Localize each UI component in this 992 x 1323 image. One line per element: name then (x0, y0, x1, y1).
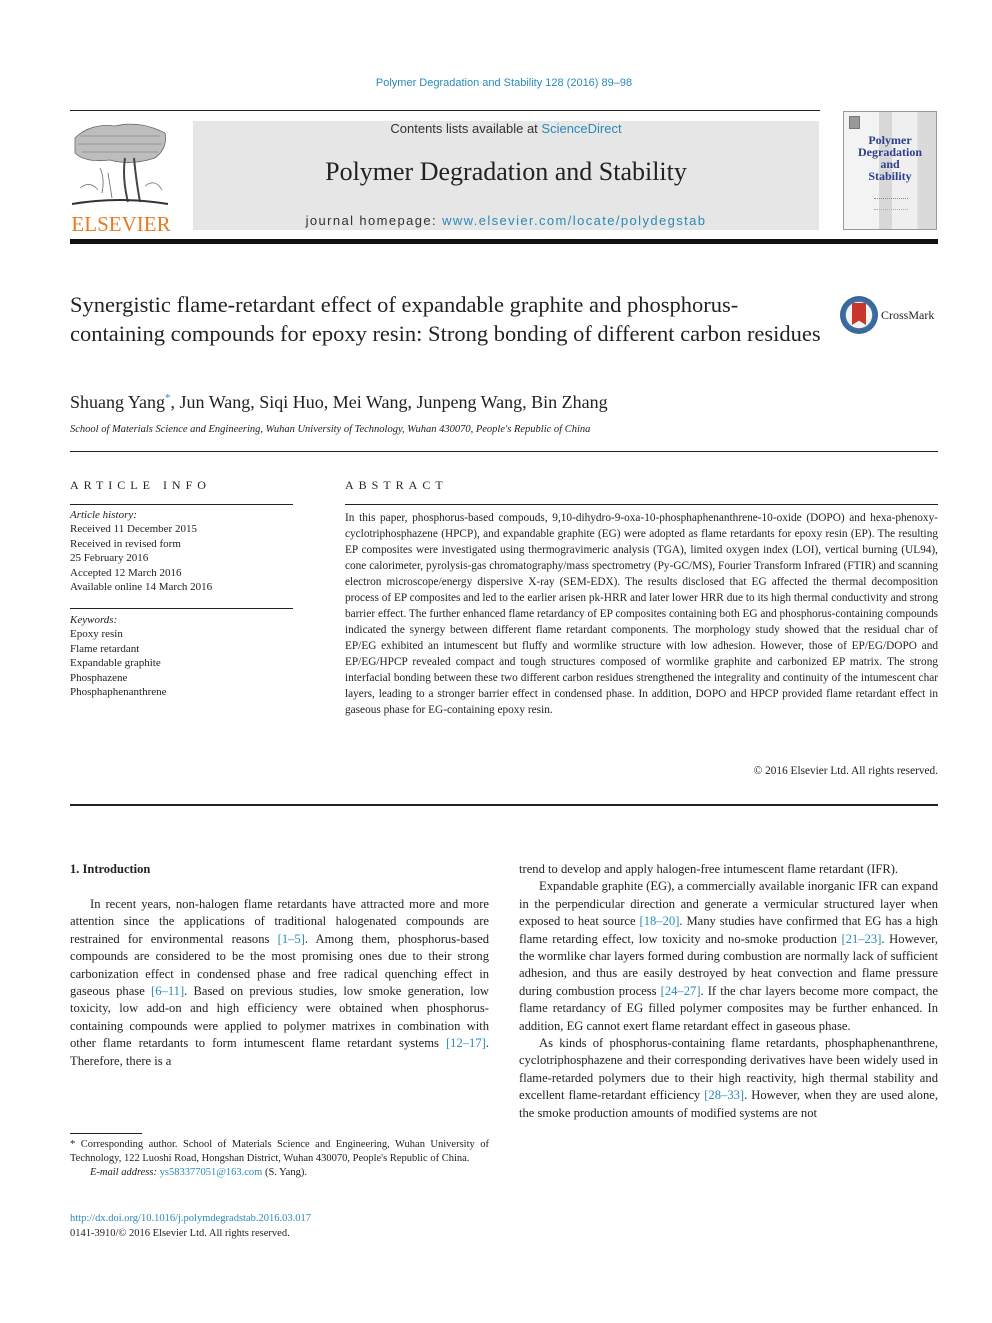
journal-homepage-link[interactable]: www.elsevier.com/locate/polydegstab (442, 213, 706, 228)
paragraph: Expandable graphite (EG), a commercially… (519, 878, 938, 1035)
article-history-label: Article history: (70, 509, 137, 521)
body-column-left: In recent years, non-halogen flame retar… (70, 896, 489, 1070)
divider (345, 504, 938, 505)
elsevier-wordmark: ELSEVIER (71, 212, 171, 236)
crossmark-label: CrossMark (881, 308, 935, 322)
elsevier-logo[interactable]: ELSEVIER (70, 118, 172, 236)
footer-doi-block: http://dx.doi.org/10.1016/j.polymdegrads… (70, 1211, 311, 1241)
cover-title: Polymer Degradation and Stability (844, 134, 936, 182)
section-heading-introduction: 1. Introduction (70, 862, 151, 876)
header-bottom-rule (70, 239, 938, 244)
doi-link[interactable]: http://dx.doi.org/10.1016/j.polymdegrads… (70, 1213, 311, 1224)
divider (70, 804, 938, 806)
divider (70, 608, 293, 609)
cover-footer-mark (874, 198, 908, 210)
citation-link[interactable]: [18–20] (640, 914, 680, 928)
history-item: 25 February 2016 (70, 552, 149, 565)
crossmark-badge[interactable]: CrossMark (840, 296, 940, 336)
keyword: Phosphaphenanthrene (70, 686, 167, 699)
abstract-heading: ABSTRACT (345, 478, 448, 492)
email-line: E-mail address: ys583377051@163.com (S. … (70, 1166, 489, 1180)
keyword: Flame retardant (70, 642, 140, 655)
citation-link[interactable]: [24–27] (661, 984, 701, 998)
corresponding-author-note: * Corresponding author. School of Materi… (70, 1139, 489, 1164)
article-info-heading: ARTICLE INFO (70, 478, 211, 492)
divider (70, 504, 293, 505)
homepage-prefix: journal homepage: (305, 213, 443, 228)
divider (70, 451, 938, 452)
article-title: Synergistic flame-retardant effect of ex… (70, 292, 821, 346)
citation-link[interactable]: [28–33] (704, 1088, 744, 1102)
sciencedirect-link[interactable]: ScienceDirect (541, 121, 621, 136)
footnote-rule (70, 1133, 142, 1134)
email-suffix: (S. Yang). (262, 1167, 307, 1178)
cover-title-line: Stability (868, 169, 912, 183)
author-list: Shuang Yang*, Jun Wang, Siqi Huo, Mei Wa… (70, 392, 608, 413)
history-item: Received 11 December 2015 (70, 523, 197, 536)
keywords: Keywords: Epoxy resin Flame retardant Ex… (70, 613, 293, 699)
paragraph: In recent years, non-halogen flame retar… (70, 896, 489, 1070)
issn-copyright: 0141-3910/© 2016 Elsevier Ltd. All right… (70, 1228, 290, 1239)
history-item: Received in revised form (70, 537, 181, 550)
citation-link[interactable]: [21–23] (842, 932, 882, 946)
keyword: Epoxy resin (70, 628, 123, 641)
abstract-body: In this paper, phosphorus-based compouds… (345, 512, 938, 716)
homepage-line: journal homepage: www.elsevier.com/locat… (193, 213, 819, 228)
keyword: Expandable graphite (70, 657, 161, 670)
paragraph: trend to develop and apply halogen-free … (519, 862, 899, 876)
contents-line: Contents lists available at ScienceDirec… (193, 121, 819, 136)
citation-link[interactable]: [12–17] (446, 1036, 486, 1050)
author-name: Shuang Yang (70, 392, 166, 412)
body-column-right: trend to develop and apply halogen-free … (519, 861, 938, 1122)
journal-header-band: Contents lists available at ScienceDirec… (193, 121, 819, 230)
journal-cover-thumbnail[interactable]: Polymer Degradation and Stability (843, 111, 937, 230)
email-label: E-mail address: (90, 1167, 160, 1178)
history-item: Available online 14 March 2016 (70, 581, 213, 594)
footnote: * Corresponding author. School of Materi… (70, 1138, 489, 1180)
citation-link[interactable]: [6–11] (151, 984, 184, 998)
journal-citation[interactable]: Polymer Degradation and Stability 128 (2… (0, 77, 992, 89)
affiliation: School of Materials Science and Engineer… (70, 424, 591, 435)
citation-link[interactable]: [1–5] (278, 932, 305, 946)
history-item: Accepted 12 March 2016 (70, 566, 182, 579)
header-top-rule (70, 110, 820, 111)
cover-elsevier-emblem-icon (849, 116, 860, 129)
contents-prefix: Contents lists available at (390, 121, 542, 136)
author-names-rest: , Jun Wang, Siqi Huo, Mei Wang, Junpeng … (170, 392, 608, 412)
journal-title: Polymer Degradation and Stability (325, 157, 687, 186)
crossmark-ribbon-icon (852, 303, 866, 325)
article-history: Article history: Received 11 December 20… (70, 508, 293, 594)
abstract-copyright: © 2016 Elsevier Ltd. All rights reserved… (753, 765, 938, 777)
elsevier-tree-icon (71, 123, 169, 205)
paragraph: As kinds of phosphorus-containing flame … (519, 1035, 938, 1122)
crossmark-icon (840, 296, 878, 334)
email-link[interactable]: ys583377051@163.com (160, 1167, 263, 1178)
keywords-label: Keywords: (70, 614, 118, 626)
keyword: Phosphazene (70, 671, 128, 684)
